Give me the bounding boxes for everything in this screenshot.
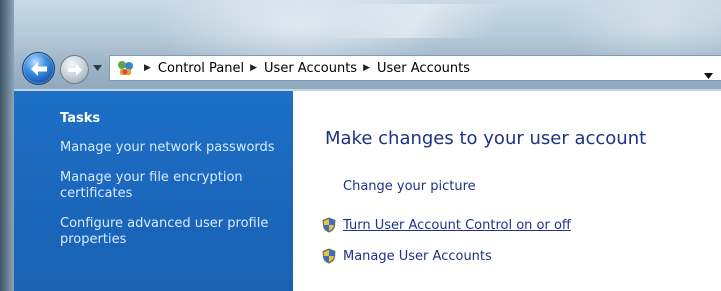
chevron-right-icon[interactable]: ▶	[363, 63, 370, 73]
forward-button[interactable]	[60, 55, 89, 84]
breadcrumb-user-accounts-current[interactable]: User Accounts	[377, 61, 470, 76]
uac-link-row[interactable]: Turn User Account Control on or off	[321, 217, 571, 233]
chevron-right-icon: ▶	[144, 63, 151, 73]
breadcrumb-user-accounts[interactable]: User Accounts	[264, 61, 357, 76]
manage-accounts-row[interactable]: Manage User Accounts	[321, 248, 492, 264]
task-configure-advanced-profile-properties[interactable]: Configure advanced user profile properti…	[60, 216, 275, 248]
uac-shield-icon	[322, 248, 336, 264]
chevron-right-icon[interactable]: ▶	[250, 63, 257, 73]
main-content: Make changes to your user account Change…	[293, 91, 721, 291]
address-bar[interactable]: ▶ Control Panel ▶ User Accounts ▶ User A…	[109, 55, 721, 81]
manage-user-accounts-link[interactable]: Manage User Accounts	[343, 249, 492, 264]
uac-toggle-link[interactable]: Turn User Account Control on or off	[343, 218, 571, 233]
task-manage-network-passwords[interactable]: Manage your network passwords	[60, 140, 275, 156]
chevron-down-icon	[92, 65, 102, 71]
tasks-pane: Tasks Manage your network passwords Mana…	[14, 91, 293, 291]
task-manage-file-encryption-certificates[interactable]: Manage your file encryption certificates	[60, 170, 275, 202]
arrow-right-icon	[67, 63, 82, 76]
recent-pages-dropdown[interactable]	[91, 62, 103, 74]
breadcrumb-control-panel[interactable]: Control Panel	[158, 61, 244, 76]
page-title: Make changes to your user account	[325, 128, 647, 149]
change-picture-link[interactable]: Change your picture	[343, 179, 476, 194]
window-left-edge	[0, 0, 14, 291]
uac-shield-icon	[322, 217, 336, 233]
address-dropdown-icon[interactable]	[704, 64, 713, 83]
tasks-heading: Tasks	[60, 111, 101, 126]
aero-streak	[320, 4, 510, 38]
arrow-left-icon	[30, 61, 47, 76]
control-panel-icon	[116, 58, 138, 78]
back-button[interactable]	[22, 52, 55, 85]
